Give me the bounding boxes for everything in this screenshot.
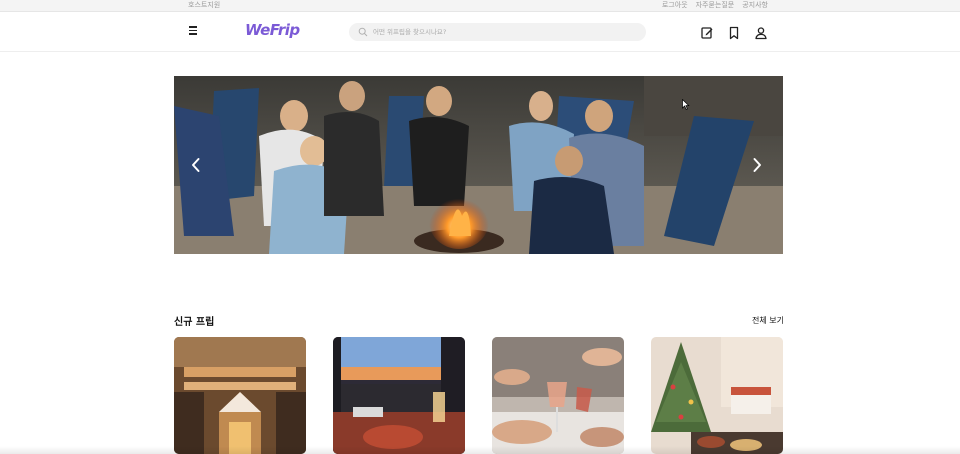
notice-link[interactable]: 공지사항 [742, 1, 768, 10]
site-logo[interactable]: WeFrip [245, 21, 300, 39]
banner-next-button[interactable] [749, 156, 765, 174]
sunset-picnic-photo [333, 337, 465, 454]
logout-link[interactable]: 로그아웃 [662, 1, 688, 10]
chevron-right-icon [753, 158, 761, 172]
indoor-market-photo [174, 337, 306, 454]
christmas-party-photo [651, 337, 783, 454]
section-title: 신규 프립 [174, 317, 215, 328]
search-input[interactable] [373, 25, 633, 39]
search-bar[interactable] [349, 23, 646, 41]
user-icon[interactable] [754, 25, 768, 40]
campfire-group-photo [174, 76, 783, 254]
hero-banner[interactable] [174, 76, 783, 254]
trip-card[interactable] [174, 337, 306, 454]
bookmark-icon[interactable] [727, 25, 741, 40]
trip-card[interactable] [333, 337, 465, 454]
bottom-shadow [0, 446, 960, 454]
top-utility-bar: 호스트지원 로그아웃 자주묻는질문 공지사항 [0, 0, 960, 12]
wine-toast-photo [492, 337, 624, 454]
menu-icon[interactable] [189, 26, 199, 36]
host-center-link[interactable]: 호스트지원 [188, 1, 220, 10]
chevron-left-icon [192, 158, 200, 172]
trip-card[interactable] [492, 337, 624, 454]
faq-link[interactable]: 자주묻는질문 [696, 1, 735, 10]
utility-links: 로그아웃 자주묻는질문 공지사항 [662, 1, 768, 10]
mouse-cursor-icon [682, 99, 690, 110]
search-icon [358, 27, 368, 37]
main-header: WeFrip [0, 12, 960, 52]
edit-icon[interactable] [700, 25, 714, 39]
trip-card[interactable] [651, 337, 783, 454]
see-all-link[interactable]: 전체 보기 [752, 315, 784, 326]
banner-prev-button[interactable] [188, 156, 204, 174]
